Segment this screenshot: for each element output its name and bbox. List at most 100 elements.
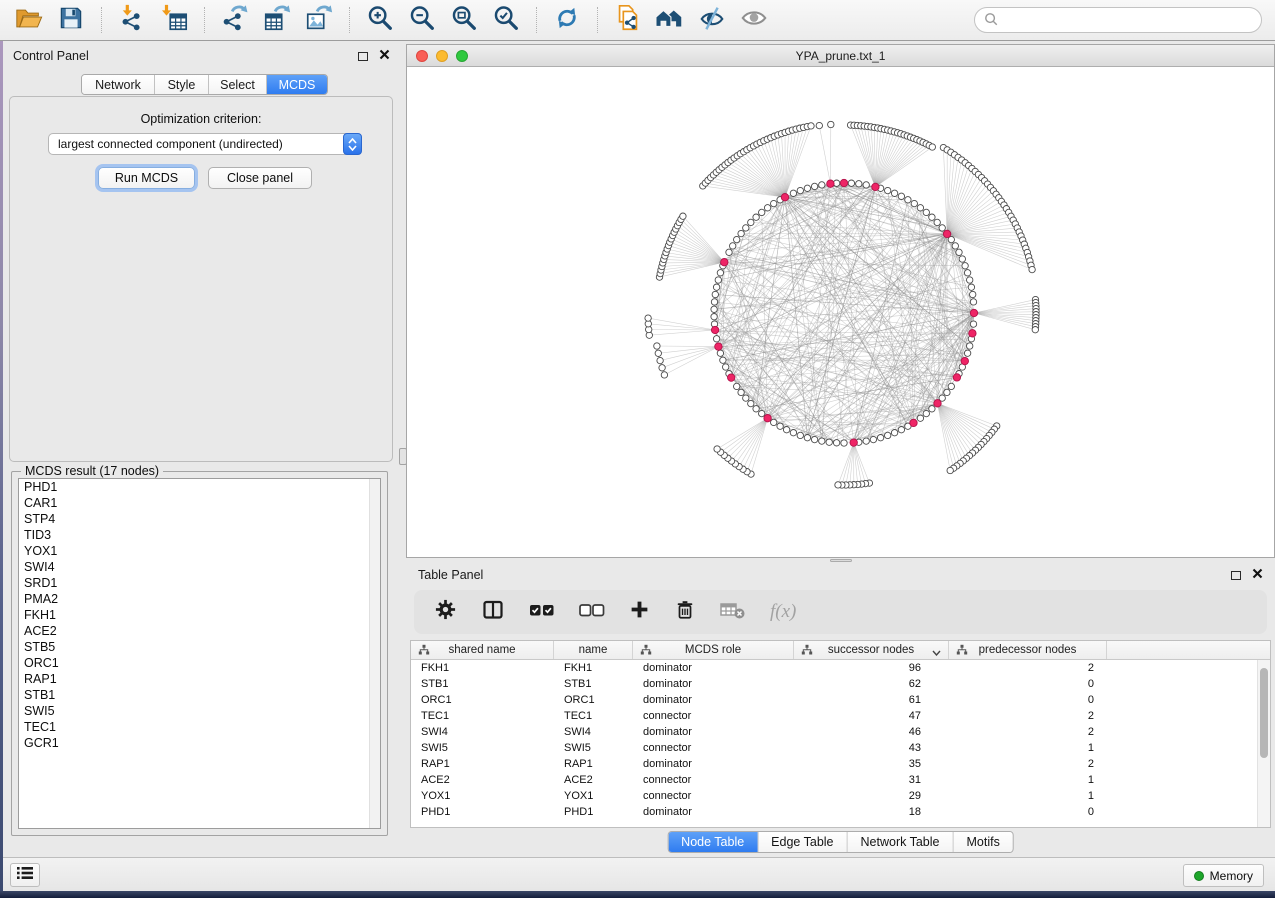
hide-selected-button[interactable] xyxy=(693,3,731,37)
close-window-icon[interactable] xyxy=(416,50,428,62)
first-neighbors-button[interactable] xyxy=(651,3,689,37)
mcds-list-scrollbar[interactable] xyxy=(369,479,380,828)
import-network-button[interactable] xyxy=(113,3,151,37)
table-cell: RAP1 xyxy=(411,758,554,770)
import-table-button[interactable] xyxy=(155,3,193,37)
table-cell: PHD1 xyxy=(411,806,554,818)
tab-node-table[interactable]: Node Table xyxy=(668,832,758,852)
table-row[interactable]: RAP1RAP1dominator352 xyxy=(411,756,1270,772)
delete-columns-button[interactable] xyxy=(674,599,696,626)
tab-style[interactable]: Style xyxy=(155,75,209,94)
mcds-list-item[interactable]: FKH1 xyxy=(19,607,380,623)
tab-select[interactable]: Select xyxy=(209,75,267,94)
table-row[interactable]: ORC1ORC1dominator610 xyxy=(411,692,1270,708)
table-row[interactable]: PHD1PHD1dominator180 xyxy=(411,804,1270,820)
mcds-list-item[interactable]: TEC1 xyxy=(19,719,380,735)
table-cell: dominator xyxy=(633,678,794,690)
add-column-button[interactable] xyxy=(629,599,650,625)
column-header[interactable]: MCDS role xyxy=(633,641,794,659)
table-cell: dominator xyxy=(633,662,794,674)
column-header[interactable]: predecessor nodes xyxy=(949,641,1107,659)
mcds-list-item[interactable]: PHD1 xyxy=(19,479,380,495)
search-input[interactable] xyxy=(974,7,1262,33)
zoom-out-button[interactable] xyxy=(403,3,441,37)
run-mcds-button[interactable]: Run MCDS xyxy=(98,167,195,189)
table-cell: TEC1 xyxy=(554,710,633,722)
mcds-list-item[interactable]: YOX1 xyxy=(19,543,380,559)
mcds-list-item[interactable]: ORC1 xyxy=(19,655,380,671)
mcds-list-item[interactable]: RAP1 xyxy=(19,671,380,687)
tab-mcds[interactable]: MCDS xyxy=(267,75,327,94)
mcds-list-item[interactable]: STB1 xyxy=(19,687,380,703)
maximize-window-icon[interactable] xyxy=(456,50,468,62)
mcds-list-item[interactable]: PMA2 xyxy=(19,591,380,607)
close-panel-icon[interactable] xyxy=(379,49,390,63)
column-header[interactable]: successor nodes xyxy=(794,641,949,659)
list-icon xyxy=(16,865,34,886)
zoom-fit-button[interactable] xyxy=(445,3,483,37)
export-table-button[interactable] xyxy=(258,3,296,37)
table-row[interactable]: STB1STB1dominator620 xyxy=(411,676,1270,692)
memory-button[interactable]: Memory xyxy=(1183,864,1264,887)
float-panel-icon[interactable] xyxy=(358,52,368,61)
close-panel-button[interactable]: Close panel xyxy=(208,167,312,189)
network-graph xyxy=(407,67,1274,557)
unselect-all-icon[interactable] xyxy=(579,602,605,623)
close-panel-icon[interactable] xyxy=(1252,568,1263,582)
export-image-button[interactable] xyxy=(300,3,338,37)
export-table-icon xyxy=(262,3,292,38)
network-view-titlebar[interactable]: YPA_prune.txt_1 xyxy=(407,45,1274,67)
mcds-list-item[interactable]: STP4 xyxy=(19,511,380,527)
table-settings-button[interactable] xyxy=(434,598,457,626)
open-session-button[interactable] xyxy=(10,3,48,37)
table-cell: PHD1 xyxy=(554,806,633,818)
mcds-list-item[interactable]: SWI5 xyxy=(19,703,380,719)
control-panel-title: Control Panel xyxy=(13,49,89,63)
table-panel-title: Table Panel xyxy=(418,568,483,582)
new-network-from-selection-button[interactable] xyxy=(609,3,647,37)
show-columns-button[interactable] xyxy=(481,598,505,627)
column-header-filler xyxy=(1107,641,1270,659)
show-all-icon xyxy=(739,3,769,38)
tab-network[interactable]: Network xyxy=(82,75,155,94)
zoom-in-button[interactable] xyxy=(361,3,399,37)
apply-layout-button[interactable] xyxy=(548,3,586,37)
table-row[interactable]: TEC1TEC1connector472 xyxy=(411,708,1270,724)
select-all-icon[interactable] xyxy=(529,602,555,623)
table-row[interactable]: SWI5SWI5connector431 xyxy=(411,740,1270,756)
task-history-button[interactable] xyxy=(10,863,40,887)
mcds-list-item[interactable]: GCR1 xyxy=(19,735,380,751)
table-cell: SWI4 xyxy=(411,726,554,738)
show-all-button[interactable] xyxy=(735,3,773,37)
float-panel-icon[interactable] xyxy=(1231,571,1241,580)
column-header[interactable]: name xyxy=(554,641,633,659)
table-row[interactable]: SWI4SWI4dominator462 xyxy=(411,724,1270,740)
network-canvas[interactable] xyxy=(407,67,1274,557)
save-session-button[interactable] xyxy=(52,3,90,37)
toolbar-separator xyxy=(536,7,537,33)
table-cell: SWI5 xyxy=(554,742,633,754)
minimize-window-icon[interactable] xyxy=(436,50,448,62)
column-header[interactable]: shared name xyxy=(411,641,554,659)
criterion-select[interactable]: largest connected component (undirected) xyxy=(48,133,362,155)
table-scrollbar-thumb[interactable] xyxy=(1260,668,1268,758)
table-row[interactable]: FKH1FKH1dominator962 xyxy=(411,660,1270,676)
mcds-list-item[interactable]: CAR1 xyxy=(19,495,380,511)
mcds-list-item[interactable]: STB5 xyxy=(19,639,380,655)
mcds-list-item[interactable]: SWI4 xyxy=(19,559,380,575)
table-row[interactable]: ACE2ACE2connector311 xyxy=(411,772,1270,788)
save-session-icon xyxy=(57,4,85,37)
tab-motifs[interactable]: Motifs xyxy=(953,832,1012,852)
desktop-background xyxy=(0,891,1275,898)
splitter-grip-icon[interactable] xyxy=(830,559,852,562)
export-network-button[interactable] xyxy=(216,3,254,37)
zoom-selected-button[interactable] xyxy=(487,3,525,37)
mcds-list-item[interactable]: TID3 xyxy=(19,527,380,543)
tab-network-table[interactable]: Network Table xyxy=(848,832,954,852)
mcds-pane: Optimization criterion: largest connecte… xyxy=(9,96,393,462)
mcds-list-item[interactable]: ACE2 xyxy=(19,623,380,639)
tab-edge-table[interactable]: Edge Table xyxy=(758,832,847,852)
mcds-list-item[interactable]: SRD1 xyxy=(19,575,380,591)
table-scrollbar[interactable] xyxy=(1257,660,1270,827)
table-row[interactable]: YOX1YOX1connector291 xyxy=(411,788,1270,804)
